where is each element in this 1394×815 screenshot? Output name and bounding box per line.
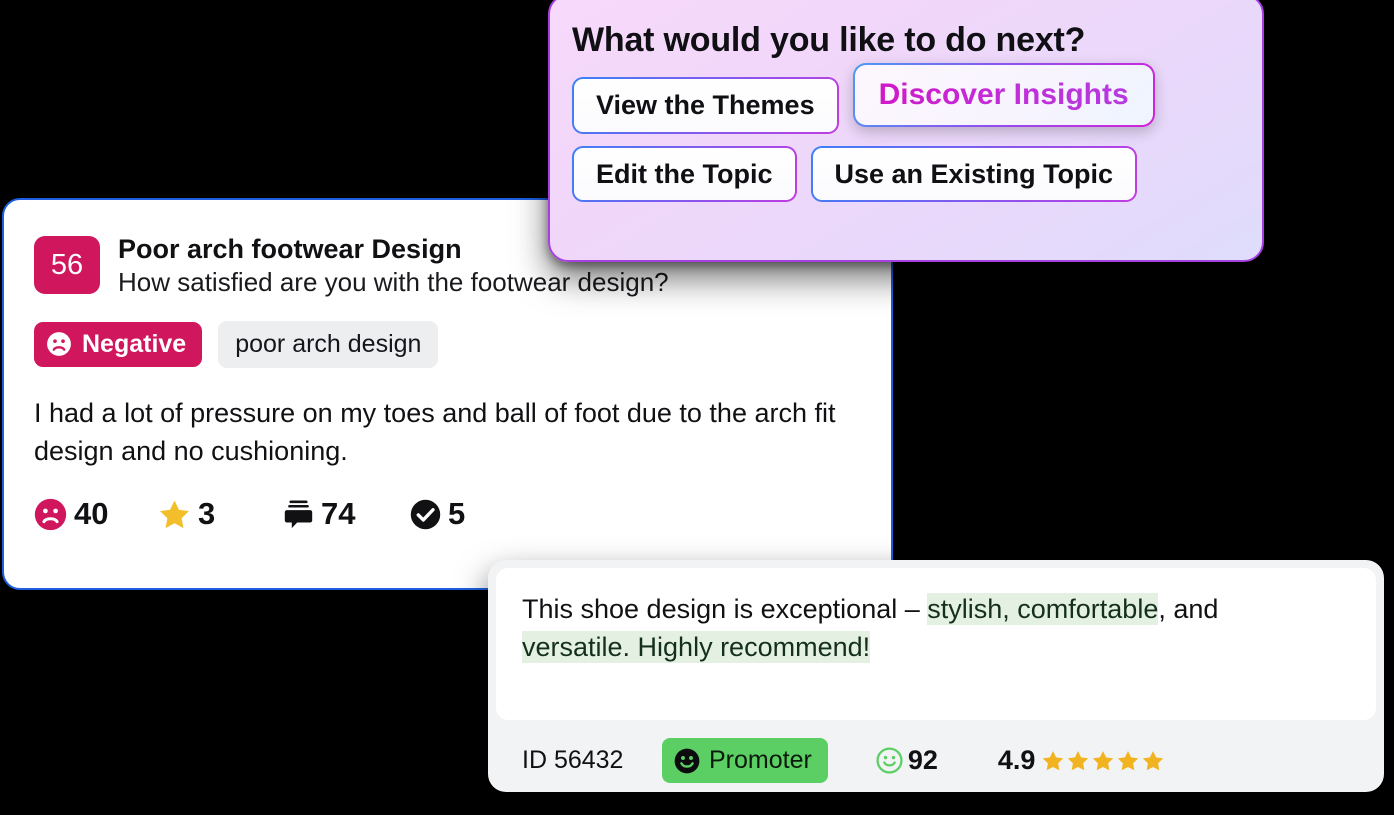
stat-negative-value: 40	[74, 496, 109, 532]
star-icon	[158, 498, 191, 531]
action-button-row-1: View the Themes Discover Insights	[572, 77, 1240, 133]
star-icon	[1093, 750, 1114, 770]
review-quote-text: This shoe design is exceptional – stylis…	[522, 590, 1350, 667]
quote-plain-lead: This shoe design is exceptional –	[522, 594, 928, 624]
discover-insights-label: Discover Insights	[878, 78, 1129, 112]
check-circle-icon	[410, 499, 441, 530]
sentiment-badge[interactable]: Negative	[34, 321, 203, 367]
star-icon	[1143, 750, 1164, 770]
star-icon	[1043, 750, 1064, 770]
stat-resolved: 5	[410, 496, 465, 532]
feedback-stats-row: 40 3 74 5	[34, 496, 861, 532]
frowning-face-icon	[46, 331, 72, 357]
edit-topic-button[interactable]: Edit the Topic	[572, 146, 797, 202]
rating-value: 4.9	[997, 745, 1036, 775]
star-rating: 4.9	[998, 745, 1166, 776]
action-prompt-card: What would you like to do next? View the…	[548, 0, 1264, 262]
rating-stars	[1041, 749, 1165, 773]
action-button-row-2: Edit the Topic Use an Existing Topic	[572, 146, 1240, 202]
review-quote-box: This shoe design is exceptional – stylis…	[496, 568, 1376, 720]
stat-comments: 74	[283, 496, 410, 532]
theme-tag[interactable]: poor arch design	[218, 320, 439, 368]
promoter-label: Promoter	[709, 746, 812, 774]
sentiment-label: Negative	[82, 329, 187, 358]
feedback-body-text: I had a lot of pressure on my toes and b…	[34, 397, 836, 466]
review-meta-row: ID 56432 Promoter 92 4.9	[496, 720, 1376, 783]
stat-negative: 40	[34, 496, 158, 532]
review-card: This shoe design is exceptional – stylis…	[488, 560, 1384, 792]
stat-resolved-value: 5	[448, 496, 466, 532]
stat-rating: 3	[158, 496, 283, 532]
feedback-question: How satisfied are you with the footwear …	[118, 267, 669, 298]
view-themes-button[interactable]: View the Themes	[572, 77, 839, 133]
feedback-pill-row: Negative poor arch design	[34, 320, 861, 368]
feedback-score-badge: 56	[34, 236, 100, 294]
use-existing-topic-button[interactable]: Use an Existing Topic	[811, 146, 1138, 202]
frowning-face-icon	[34, 498, 67, 531]
comment-icon	[283, 499, 314, 530]
review-id: ID 56432	[522, 746, 624, 774]
promoter-badge[interactable]: Promoter	[662, 738, 828, 783]
star-icon	[1068, 750, 1089, 770]
action-prompt-title: What would you like to do next?	[572, 21, 1086, 59]
quote-highlight-1: stylish, comfortable	[927, 593, 1159, 625]
nps-score-value: 92	[907, 745, 938, 775]
discover-insights-button[interactable]: Discover Insights	[853, 63, 1155, 127]
smiley-face-icon	[674, 748, 700, 774]
stat-comments-value: 74	[321, 496, 356, 532]
quote-highlight-2: versatile. Highly recommend!	[522, 631, 871, 664]
star-icon	[1118, 750, 1139, 770]
nps-score: 92	[876, 745, 938, 776]
quote-plain-tail: , and	[1158, 594, 1219, 624]
stat-rating-value: 3	[198, 496, 216, 532]
smiley-outline-icon	[876, 747, 903, 774]
